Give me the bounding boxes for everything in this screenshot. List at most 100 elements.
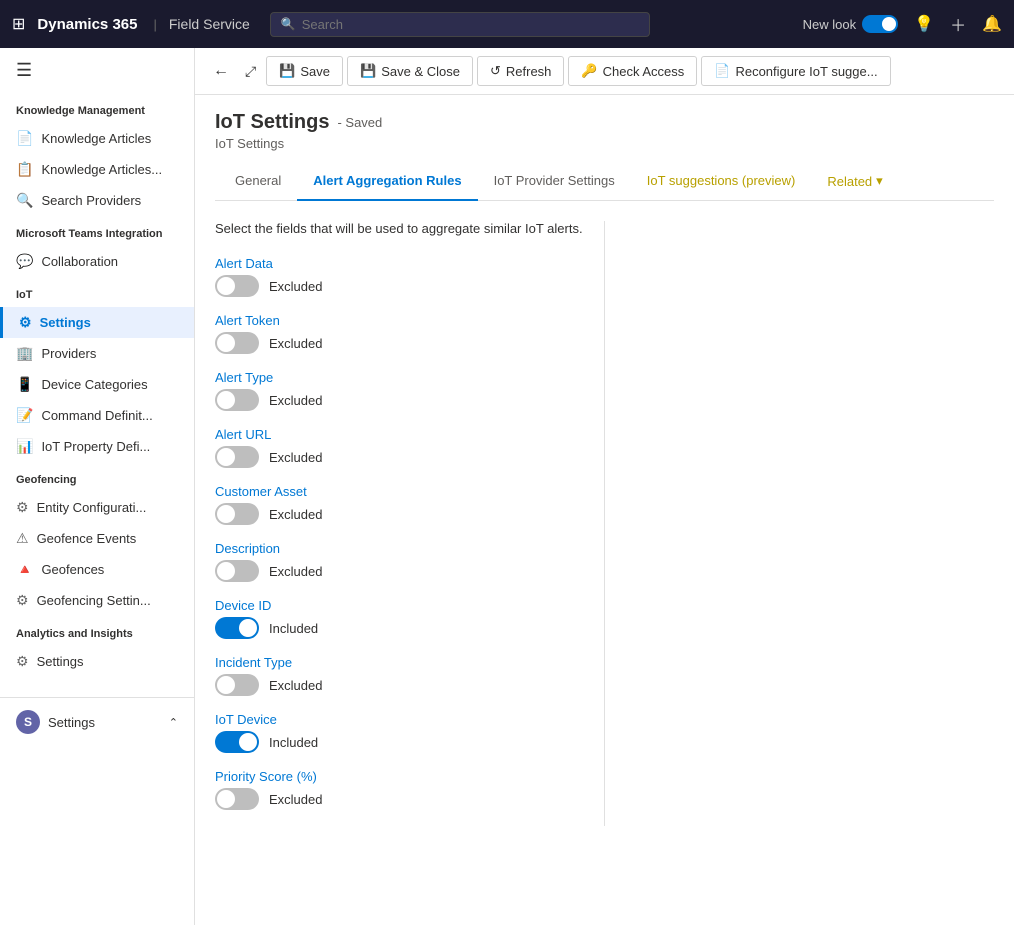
reconfigure-label: Reconfigure IoT sugge... <box>735 64 877 79</box>
toggle-row-customer-asset: Excluded <box>215 503 584 525</box>
new-look-label: New look <box>803 17 856 32</box>
refresh-button[interactable]: ↺ Refresh <box>477 56 564 86</box>
geofences-icon: 🔺 <box>16 561 33 578</box>
field-alert-token: Alert Token Excluded <box>215 313 584 354</box>
sidebar-item-device-categories[interactable]: 📱 Device Categories <box>0 369 194 400</box>
sidebar-label-geofences: Geofences <box>41 562 104 577</box>
tab-alert-aggregation-rules[interactable]: Alert Aggregation Rules <box>297 163 477 201</box>
sidebar-menu-toggle[interactable]: ☰ <box>0 48 194 93</box>
page-title: IoT Settings - Saved <box>215 111 994 134</box>
toggle-row-iot-device: Included <box>215 731 584 753</box>
sidebar-item-collaboration[interactable]: 💬 Collaboration <box>0 246 194 277</box>
toggle-label-alert-url: Excluded <box>269 450 322 465</box>
field-priority-score: Priority Score (%) Excluded <box>215 769 584 810</box>
toggle-iot-device[interactable] <box>215 731 259 753</box>
geofence-events-icon: ⚠ <box>16 530 29 547</box>
toggle-alert-url[interactable] <box>215 446 259 468</box>
knowledge-articles-icon: 📄 <box>16 130 33 147</box>
sidebar-label-entity-configuration: Entity Configurati... <box>37 500 147 515</box>
toggle-label-description: Excluded <box>269 564 322 579</box>
save-close-label: Save & Close <box>381 64 460 79</box>
sidebar-label-analytics-settings: Settings <box>37 654 84 669</box>
tab-iot-suggestions[interactable]: IoT suggestions (preview) <box>631 163 812 201</box>
sidebar-item-entity-configuration[interactable]: ⚙ Entity Configurati... <box>0 492 194 523</box>
main-layout: ☰ Knowledge Management 📄 Knowledge Artic… <box>0 48 1014 925</box>
field-iot-device: IoT Device Included <box>215 712 584 753</box>
tab-general[interactable]: General <box>219 163 297 201</box>
sidebar-item-analytics-settings[interactable]: ⚙ Settings <box>0 646 194 677</box>
search-input[interactable] <box>302 17 639 32</box>
reconfigure-button[interactable]: 📄 Reconfigure IoT sugge... <box>701 56 890 86</box>
search-box[interactable]: 🔍 <box>270 12 650 37</box>
back-button[interactable]: ← <box>207 56 235 86</box>
save-button[interactable]: 💾 Save <box>266 56 343 86</box>
col-left: Select the fields that will be used to a… <box>215 221 605 826</box>
sidebar-item-geofencing-settings[interactable]: ⚙ Geofencing Settin... <box>0 585 194 616</box>
field-device-id: Device ID Included <box>215 598 584 639</box>
toggle-priority-score[interactable] <box>215 788 259 810</box>
add-icon[interactable]: ＋ <box>950 12 966 36</box>
tab-related[interactable]: Related ▾ <box>811 163 898 201</box>
toggle-incident-type[interactable] <box>215 674 259 696</box>
sidebar-item-geofence-events[interactable]: ⚠ Geofence Events <box>0 523 194 554</box>
toggle-device-id[interactable] <box>215 617 259 639</box>
knowledge-articles-2-icon: 📋 <box>16 161 33 178</box>
sidebar-item-iot-settings[interactable]: ⚙ Settings <box>0 307 194 338</box>
command-definitions-icon: 📝 <box>16 407 33 424</box>
toggle-label-alert-type: Excluded <box>269 393 322 408</box>
tab-iot-provider-settings[interactable]: IoT Provider Settings <box>478 163 631 201</box>
sidebar-item-providers[interactable]: 🏢 Providers <box>0 338 194 369</box>
field-label-priority-score: Priority Score (%) <box>215 769 584 784</box>
sidebar-item-knowledge-articles-2[interactable]: 📋 Knowledge Articles... <box>0 154 194 185</box>
toggle-customer-asset[interactable] <box>215 503 259 525</box>
entity-configuration-icon: ⚙ <box>16 499 29 516</box>
field-label-alert-url: Alert URL <box>215 427 584 442</box>
field-alert-data: Alert Data Excluded <box>215 256 584 297</box>
toggle-row-description: Excluded <box>215 560 584 582</box>
form-content: Select the fields that will be used to a… <box>195 201 1014 925</box>
sidebar-label-providers: Providers <box>41 346 96 361</box>
page-subtitle: IoT Settings <box>215 136 994 151</box>
sidebar-item-command-definitions[interactable]: 📝 Command Definit... <box>0 400 194 431</box>
sidebar-item-iot-property-def[interactable]: 📊 IoT Property Defi... <box>0 431 194 462</box>
sidebar-label-search-providers: Search Providers <box>41 193 141 208</box>
app-name: Field Service <box>169 16 250 32</box>
nav-icons: 💡 ＋ 🔔 <box>914 12 1002 36</box>
field-alert-url: Alert URL Excluded <box>215 427 584 468</box>
notification-icon[interactable]: 🔔 <box>982 14 1002 34</box>
sidebar-label-collaboration: Collaboration <box>41 254 118 269</box>
toggle-alert-token[interactable] <box>215 332 259 354</box>
nav-separator: | <box>153 17 156 32</box>
toggle-alert-type[interactable] <box>215 389 259 411</box>
help-icon[interactable]: 💡 <box>914 14 934 34</box>
sidebar-bottom-settings[interactable]: S Settings ⌃ <box>0 697 194 741</box>
check-access-button[interactable]: 🔑 Check Access <box>568 56 697 86</box>
related-chevron-icon: ▾ <box>876 173 883 189</box>
sidebar-item-search-providers[interactable]: 🔍 Search Providers <box>0 185 194 216</box>
field-label-description: Description <box>215 541 584 556</box>
waffle-icon[interactable]: ⊞ <box>12 14 25 34</box>
toggle-label-customer-asset: Excluded <box>269 507 322 522</box>
sidebar-section-analytics: Analytics and Insights <box>0 616 194 646</box>
sidebar-item-knowledge-articles[interactable]: 📄 Knowledge Articles <box>0 123 194 154</box>
field-customer-asset: Customer Asset Excluded <box>215 484 584 525</box>
content-area: ← ⤢ 💾 Save 💾 Save & Close ↺ Refresh 🔑 Ch… <box>195 48 1014 925</box>
sidebar: ☰ Knowledge Management 📄 Knowledge Artic… <box>0 48 195 925</box>
toggle-label-priority-score: Excluded <box>269 792 322 807</box>
toggle-row-alert-type: Excluded <box>215 389 584 411</box>
check-access-icon: 🔑 <box>581 63 597 79</box>
new-look-switch[interactable] <box>862 15 898 33</box>
expand-button[interactable]: ⤢ <box>239 57 262 86</box>
toggle-label-alert-data: Excluded <box>269 279 322 294</box>
sidebar-item-geofences[interactable]: 🔺 Geofences <box>0 554 194 585</box>
sidebar-section-geofencing: Geofencing <box>0 462 194 492</box>
collaboration-icon: 💬 <box>16 253 33 270</box>
toggle-alert-data[interactable] <box>215 275 259 297</box>
iot-property-def-icon: 📊 <box>16 438 33 455</box>
save-close-icon: 💾 <box>360 63 376 79</box>
hamburger-icon: ☰ <box>16 60 32 80</box>
new-look-toggle[interactable]: New look <box>803 15 898 33</box>
save-close-button[interactable]: 💾 Save & Close <box>347 56 473 86</box>
toggle-description[interactable] <box>215 560 259 582</box>
field-label-alert-type: Alert Type <box>215 370 584 385</box>
